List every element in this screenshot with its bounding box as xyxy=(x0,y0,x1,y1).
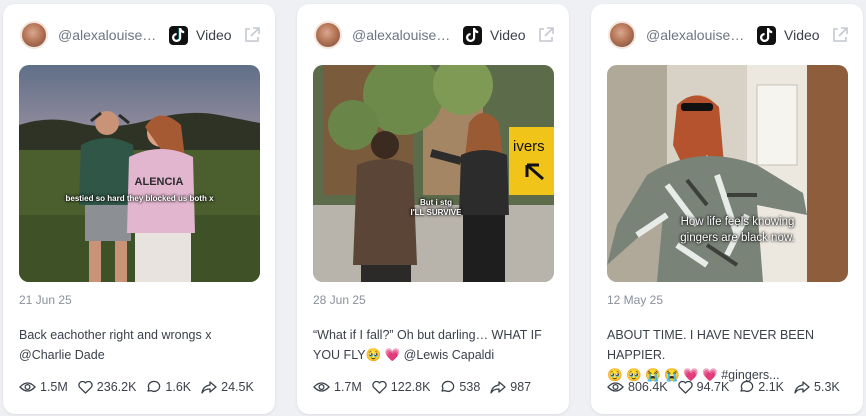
card-header: @alexalouisew... Video xyxy=(20,20,261,50)
engagement-stats: 806.4K 94.7K 2.1K 5.3K xyxy=(607,380,850,394)
comment-icon xyxy=(147,380,161,393)
card-header: @alexalouisew... Video xyxy=(314,20,555,50)
thumbnail-image: ALENCIA xyxy=(19,65,260,282)
video-thumbnail[interactable]: ivers But i stg I'LL SURVIVE xyxy=(313,65,554,282)
comment-icon xyxy=(441,380,455,393)
avatar[interactable] xyxy=(608,21,636,49)
mention-link[interactable]: @Lewis Capaldi xyxy=(404,348,495,362)
avatar[interactable] xyxy=(314,21,342,49)
heart-icon xyxy=(78,380,93,394)
caption-line: I'LL SURVIVE xyxy=(410,208,462,217)
creator-handle[interactable]: @alexalouisew... xyxy=(58,27,161,43)
comments-stat: 1.6K xyxy=(146,380,191,394)
views-stat: 806.4K xyxy=(607,380,668,394)
tiktok-icon xyxy=(463,25,482,45)
platform-label: Video xyxy=(784,27,820,43)
heart-icon xyxy=(372,380,387,394)
emoji-text: 🥹 💗 xyxy=(365,348,401,362)
caption-line: gingers are black now. xyxy=(680,232,795,244)
thumbnail-caption: How life feels knowing gingers are black… xyxy=(647,214,828,246)
engagement-stats: 1.5M 236.2K 1.6K 24.5K xyxy=(19,380,264,394)
share-icon xyxy=(490,380,506,394)
engagement-stats: 1.7M 122.8K 538 987 xyxy=(313,380,541,394)
post-description: ABOUT TIME. I HAVE NEVER BEEN HAPPIER. 🥹… xyxy=(607,325,847,385)
likes-stat: 236.2K xyxy=(78,380,137,394)
thumbnail-caption: But i stg I'LL SURVIVE xyxy=(401,198,471,218)
video-thumbnail[interactable]: ALENCIA bestied so hard they blocked us … xyxy=(19,65,260,282)
external-link-icon[interactable] xyxy=(243,26,261,44)
platform-label: Video xyxy=(490,27,526,43)
shares-stat: 5.3K xyxy=(794,380,840,394)
views-count: 1.5M xyxy=(40,380,68,394)
post-date: 28 Jun 25 xyxy=(313,293,366,307)
creator-handle[interactable]: @alexalouisew... xyxy=(352,27,455,43)
likes-count: 122.8K xyxy=(390,380,431,394)
views-stat: 1.5M xyxy=(19,380,68,394)
card-header: @alexalouisew... Video xyxy=(608,20,849,50)
shares-count: 24.5K xyxy=(221,380,254,394)
video-thumbnail[interactable]: How life feels knowing gingers are black… xyxy=(607,65,848,282)
description-line: ABOUT TIME. I HAVE NEVER BEEN HAPPIER. xyxy=(607,328,814,362)
sign-text: ivers xyxy=(513,138,545,155)
thumbnail-caption: bestied so hard they blocked us both x xyxy=(65,194,214,203)
mention-link[interactable]: @Charlie Dade xyxy=(19,345,259,365)
views-count: 1.7M xyxy=(334,380,362,394)
eye-icon xyxy=(313,382,330,392)
post-description: Back eachother right and wrongs x @Charl… xyxy=(19,325,259,365)
comments-stat: 2.1K xyxy=(739,380,784,394)
comments-count: 538 xyxy=(459,380,481,394)
likes-count: 236.2K xyxy=(96,380,137,394)
post-date: 21 Jun 25 xyxy=(19,293,72,307)
thumbnail-image xyxy=(607,65,848,282)
caption-line: How life feels knowing xyxy=(680,216,795,228)
external-link-icon[interactable] xyxy=(537,26,555,44)
eye-icon xyxy=(607,382,624,392)
description-line: YOU FLY🥹 💗 @Lewis Capaldi xyxy=(313,345,553,365)
thumbnail-image: ivers xyxy=(313,65,554,282)
post-description: “What if I fall?” Oh but darling… WHAT I… xyxy=(313,325,553,365)
svg-text:ALENCIA: ALENCIA xyxy=(135,176,184,188)
views-stat: 1.7M xyxy=(313,380,362,394)
comments-count: 2.1K xyxy=(758,380,785,394)
shares-stat: 987 xyxy=(490,380,531,394)
tiktok-icon xyxy=(757,25,776,45)
description-line: “What if I fall?” Oh but darling… WHAT I… xyxy=(313,328,542,342)
shares-count: 987 xyxy=(510,380,532,394)
description-text: YOU FLY xyxy=(313,348,366,362)
video-card-1[interactable]: @alexalouisew... Video ALENCIA bestied s… xyxy=(3,4,275,414)
shares-stat: 24.5K xyxy=(201,380,254,394)
video-card-3[interactable]: @alexalouisew... Video How life feels kn… xyxy=(591,4,863,414)
creator-handle[interactable]: @alexalouisew... xyxy=(646,27,749,43)
comments-count: 1.6K xyxy=(165,380,192,394)
video-card-2[interactable]: @alexalouisew... Video ivers But i stg I… xyxy=(297,4,569,414)
tiktok-icon xyxy=(169,25,188,45)
shares-count: 5.3K xyxy=(814,380,840,394)
description-line: Back eachother right and wrongs x xyxy=(19,328,212,342)
likes-count: 94.7K xyxy=(696,380,730,394)
heart-icon xyxy=(677,380,693,394)
external-link-icon[interactable] xyxy=(831,26,849,44)
views-count: 806.4K xyxy=(628,380,668,394)
post-date: 12 May 25 xyxy=(607,293,664,307)
share-icon xyxy=(201,380,217,394)
likes-stat: 94.7K xyxy=(677,380,730,394)
caption-line: But i stg xyxy=(420,198,452,207)
likes-stat: 122.8K xyxy=(372,380,431,394)
eye-icon xyxy=(19,382,36,392)
platform-label: Video xyxy=(196,27,232,43)
comments-stat: 538 xyxy=(440,380,480,394)
avatar[interactable] xyxy=(20,21,48,49)
comment-icon xyxy=(740,380,754,393)
share-icon xyxy=(794,380,810,394)
